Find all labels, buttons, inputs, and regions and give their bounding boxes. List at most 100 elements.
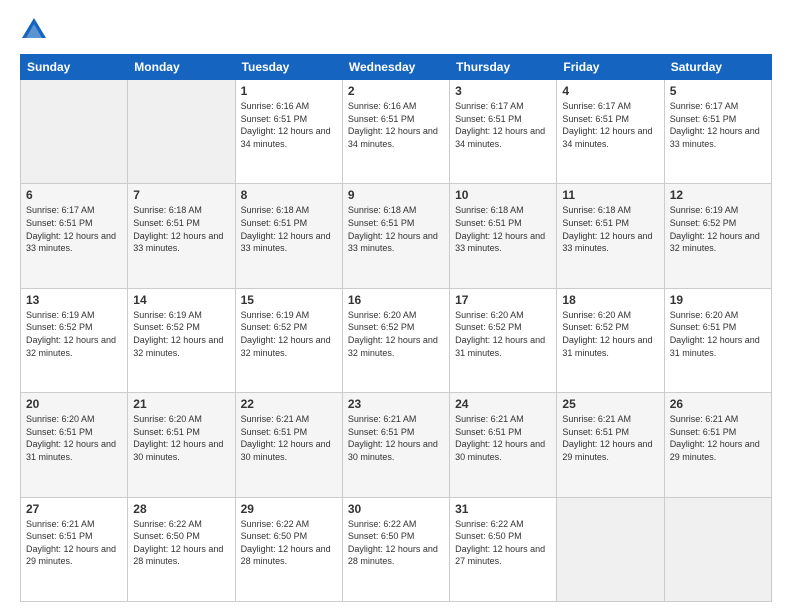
week-row-3: 13 Sunrise: 6:19 AM Sunset: 6:52 PM Dayli… xyxy=(21,288,772,392)
day-info: Sunrise: 6:22 AM Sunset: 6:50 PM Dayligh… xyxy=(133,518,229,568)
day-info: Sunrise: 6:18 AM Sunset: 6:51 PM Dayligh… xyxy=(562,204,658,254)
day-info: Sunrise: 6:20 AM Sunset: 6:52 PM Dayligh… xyxy=(348,309,444,359)
calendar-cell: 23 Sunrise: 6:21 AM Sunset: 6:51 PM Dayli… xyxy=(342,393,449,497)
day-info: Sunrise: 6:19 AM Sunset: 6:52 PM Dayligh… xyxy=(241,309,337,359)
day-info: Sunrise: 6:22 AM Sunset: 6:50 PM Dayligh… xyxy=(241,518,337,568)
logo xyxy=(20,16,52,44)
calendar-cell: 16 Sunrise: 6:20 AM Sunset: 6:52 PM Dayli… xyxy=(342,288,449,392)
header-day-thursday: Thursday xyxy=(450,55,557,80)
calendar-cell: 13 Sunrise: 6:19 AM Sunset: 6:52 PM Dayli… xyxy=(21,288,128,392)
calendar-cell: 1 Sunrise: 6:16 AM Sunset: 6:51 PM Daylig… xyxy=(235,80,342,184)
calendar-cell: 26 Sunrise: 6:21 AM Sunset: 6:51 PM Dayli… xyxy=(664,393,771,497)
calendar-cell: 21Sunrise: 6:20 AM Sunset: 6:51 PM Dayli… xyxy=(128,393,235,497)
day-info: Sunrise: 6:20 AM Sunset: 6:51 PM Dayligh… xyxy=(26,413,122,463)
day-info: Sunrise: 6:21 AM Sunset: 6:51 PM Dayligh… xyxy=(241,413,337,463)
calendar-cell: 4 Sunrise: 6:17 AM Sunset: 6:51 PM Daylig… xyxy=(557,80,664,184)
day-number: 8 xyxy=(241,188,337,202)
day-number: 2 xyxy=(348,84,444,98)
calendar-cell: 18Sunrise: 6:20 AM Sunset: 6:52 PM Dayli… xyxy=(557,288,664,392)
calendar-cell xyxy=(557,497,664,601)
day-info: Sunrise: 6:20 AM Sunset: 6:51 PM Dayligh… xyxy=(670,309,766,359)
calendar-cell: 7Sunrise: 6:18 AM Sunset: 6:51 PM Daylig… xyxy=(128,184,235,288)
calendar-cell: 19 Sunrise: 6:20 AM Sunset: 6:51 PM Dayli… xyxy=(664,288,771,392)
calendar-cell: 12 Sunrise: 6:19 AM Sunset: 6:52 PM Dayli… xyxy=(664,184,771,288)
day-number: 20 xyxy=(26,397,122,411)
calendar-cell xyxy=(21,80,128,184)
day-info: Sunrise: 6:20 AM Sunset: 6:52 PM Dayligh… xyxy=(455,309,551,359)
day-number: 24 xyxy=(455,397,551,411)
header-day-sunday: Sunday xyxy=(21,55,128,80)
logo-icon xyxy=(20,16,48,44)
day-info: Sunrise: 6:18 AM Sunset: 6:51 PM Dayligh… xyxy=(241,204,337,254)
day-number: 21 xyxy=(133,397,229,411)
week-row-5: 27 Sunrise: 6:21 AM Sunset: 6:51 PM Dayli… xyxy=(21,497,772,601)
calendar-cell: 17 Sunrise: 6:20 AM Sunset: 6:52 PM Dayli… xyxy=(450,288,557,392)
day-info: Sunrise: 6:17 AM Sunset: 6:51 PM Dayligh… xyxy=(562,100,658,150)
calendar-cell: 24 Sunrise: 6:21 AM Sunset: 6:51 PM Dayli… xyxy=(450,393,557,497)
day-number: 29 xyxy=(241,502,337,516)
day-number: 10 xyxy=(455,188,551,202)
day-info: Sunrise: 6:18 AM Sunset: 6:51 PM Dayligh… xyxy=(348,204,444,254)
day-info: Sunrise: 6:21 AM Sunset: 6:51 PM Dayligh… xyxy=(670,413,766,463)
calendar-cell: 31 Sunrise: 6:22 AM Sunset: 6:50 PM Dayli… xyxy=(450,497,557,601)
day-info: Sunrise: 6:19 AM Sunset: 6:52 PM Dayligh… xyxy=(670,204,766,254)
day-number: 15 xyxy=(241,293,337,307)
day-number: 5 xyxy=(670,84,766,98)
header-day-friday: Friday xyxy=(557,55,664,80)
header-day-tuesday: Tuesday xyxy=(235,55,342,80)
header-day-monday: Monday xyxy=(128,55,235,80)
day-info: Sunrise: 6:19 AM Sunset: 6:52 PM Dayligh… xyxy=(26,309,122,359)
calendar: SundayMondayTuesdayWednesdayThursdayFrid… xyxy=(20,54,772,602)
calendar-cell: 28 Sunrise: 6:22 AM Sunset: 6:50 PM Dayli… xyxy=(128,497,235,601)
day-number: 26 xyxy=(670,397,766,411)
day-info: Sunrise: 6:21 AM Sunset: 6:51 PM Dayligh… xyxy=(348,413,444,463)
week-row-2: 6 Sunrise: 6:17 AM Sunset: 6:51 PM Daylig… xyxy=(21,184,772,288)
day-info: Sunrise: 6:22 AM Sunset: 6:50 PM Dayligh… xyxy=(348,518,444,568)
day-number: 23 xyxy=(348,397,444,411)
week-row-4: 20 Sunrise: 6:20 AM Sunset: 6:51 PM Dayli… xyxy=(21,393,772,497)
day-number: 19 xyxy=(670,293,766,307)
day-info: Sunrise: 6:16 AM Sunset: 6:51 PM Dayligh… xyxy=(348,100,444,150)
day-info: Sunrise: 6:18 AM Sunset: 6:51 PM Dayligh… xyxy=(133,204,229,254)
day-number: 25 xyxy=(562,397,658,411)
page: SundayMondayTuesdayWednesdayThursdayFrid… xyxy=(0,0,792,612)
day-number: 12 xyxy=(670,188,766,202)
day-info: Sunrise: 6:17 AM Sunset: 6:51 PM Dayligh… xyxy=(455,100,551,150)
calendar-cell: 8 Sunrise: 6:18 AM Sunset: 6:51 PM Daylig… xyxy=(235,184,342,288)
day-number: 14 xyxy=(133,293,229,307)
calendar-cell: 15 Sunrise: 6:19 AM Sunset: 6:52 PM Dayli… xyxy=(235,288,342,392)
day-number: 31 xyxy=(455,502,551,516)
calendar-header-row: SundayMondayTuesdayWednesdayThursdayFrid… xyxy=(21,55,772,80)
calendar-cell: 30 Sunrise: 6:22 AM Sunset: 6:50 PM Dayli… xyxy=(342,497,449,601)
day-number: 1 xyxy=(241,84,337,98)
day-number: 6 xyxy=(26,188,122,202)
day-number: 22 xyxy=(241,397,337,411)
day-number: 9 xyxy=(348,188,444,202)
calendar-cell: 5Sunrise: 6:17 AM Sunset: 6:51 PM Daylig… xyxy=(664,80,771,184)
day-number: 11 xyxy=(562,188,658,202)
day-info: Sunrise: 6:21 AM Sunset: 6:51 PM Dayligh… xyxy=(26,518,122,568)
header-day-wednesday: Wednesday xyxy=(342,55,449,80)
day-info: Sunrise: 6:16 AM Sunset: 6:51 PM Dayligh… xyxy=(241,100,337,150)
day-number: 4 xyxy=(562,84,658,98)
day-number: 16 xyxy=(348,293,444,307)
day-number: 17 xyxy=(455,293,551,307)
header-day-saturday: Saturday xyxy=(664,55,771,80)
day-info: Sunrise: 6:22 AM Sunset: 6:50 PM Dayligh… xyxy=(455,518,551,568)
calendar-cell: 10 Sunrise: 6:18 AM Sunset: 6:51 PM Dayli… xyxy=(450,184,557,288)
day-info: Sunrise: 6:21 AM Sunset: 6:51 PM Dayligh… xyxy=(562,413,658,463)
day-info: Sunrise: 6:17 AM Sunset: 6:51 PM Dayligh… xyxy=(26,204,122,254)
calendar-cell: 2 Sunrise: 6:16 AM Sunset: 6:51 PM Daylig… xyxy=(342,80,449,184)
week-row-1: 1 Sunrise: 6:16 AM Sunset: 6:51 PM Daylig… xyxy=(21,80,772,184)
day-info: Sunrise: 6:18 AM Sunset: 6:51 PM Dayligh… xyxy=(455,204,551,254)
calendar-cell: 25 Sunrise: 6:21 AM Sunset: 6:51 PM Dayli… xyxy=(557,393,664,497)
header xyxy=(20,16,772,44)
day-number: 13 xyxy=(26,293,122,307)
calendar-cell: 27 Sunrise: 6:21 AM Sunset: 6:51 PM Dayli… xyxy=(21,497,128,601)
day-number: 30 xyxy=(348,502,444,516)
day-number: 28 xyxy=(133,502,229,516)
day-number: 18 xyxy=(562,293,658,307)
day-info: Sunrise: 6:21 AM Sunset: 6:51 PM Dayligh… xyxy=(455,413,551,463)
calendar-cell: 29 Sunrise: 6:22 AM Sunset: 6:50 PM Dayli… xyxy=(235,497,342,601)
day-number: 27 xyxy=(26,502,122,516)
